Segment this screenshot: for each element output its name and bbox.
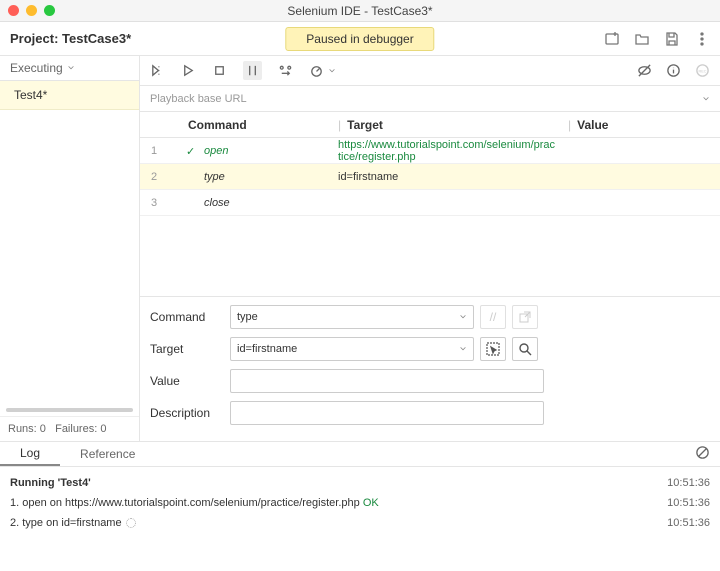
titlebar: Selenium IDE - TestCase3*	[0, 0, 720, 22]
column-value: Value	[577, 118, 608, 132]
step-row[interactable]: 3 close	[140, 190, 720, 216]
executing-label: Executing	[10, 61, 63, 75]
executing-dropdown[interactable]: Executing	[0, 56, 139, 81]
base-url-placeholder: Playback base URL	[150, 93, 247, 105]
failures-count: Failures: 0	[55, 423, 106, 435]
chevron-down-icon	[459, 313, 467, 321]
sidebar: Executing Test4* Runs: 0 Failures: 0	[0, 56, 140, 441]
base-url-input[interactable]: Playback base URL	[140, 86, 720, 112]
project-label: Project: TestCase3*	[10, 31, 131, 46]
chevron-down-icon	[702, 95, 710, 103]
test-item[interactable]: Test4*	[0, 81, 139, 110]
header: Project: TestCase3* Paused in debugger	[0, 22, 720, 56]
open-project-icon[interactable]	[634, 31, 650, 47]
svg-text:REC: REC	[699, 69, 707, 73]
column-target: Target	[347, 118, 383, 132]
tab-reference[interactable]: Reference	[60, 442, 155, 466]
info-icon[interactable]	[666, 63, 681, 78]
maximize-window-button[interactable]	[44, 5, 55, 16]
new-project-icon[interactable]	[604, 31, 620, 47]
value-label: Value	[150, 374, 230, 388]
column-command: Command	[168, 118, 338, 132]
table-header: Command |Target |Value	[140, 112, 720, 138]
more-menu-icon[interactable]	[694, 31, 710, 47]
toggle-comment-button[interactable]: //	[480, 305, 506, 329]
description-label: Description	[150, 406, 230, 420]
main: REC Playback base URL Command |Target |V…	[140, 56, 720, 441]
window-title: Selenium IDE - TestCase3*	[287, 4, 432, 18]
sidebar-scrollbar[interactable]	[6, 408, 133, 412]
step-row[interactable]: 2 type id=firstname	[140, 164, 720, 190]
close-window-button[interactable]	[8, 5, 19, 16]
command-form: Command type // Target id=firstname	[140, 296, 720, 441]
command-select[interactable]: type	[230, 305, 474, 329]
record-icon[interactable]: REC	[695, 63, 710, 78]
log-line: Running 'Test4' 10:51:36	[10, 473, 710, 493]
log-line: 2. type on id=firstname 10:51:36	[10, 513, 710, 533]
spinner-icon	[126, 518, 136, 528]
log-line: 1. open on https://www.tutorialspoint.co…	[10, 493, 710, 513]
paused-badge: Paused in debugger	[285, 27, 434, 51]
run-all-icon[interactable]	[150, 63, 165, 78]
run-icon[interactable]	[181, 63, 196, 78]
pause-icon[interactable]	[243, 61, 262, 80]
description-input[interactable]	[230, 401, 544, 425]
target-select[interactable]: id=firstname	[230, 337, 474, 361]
log-tabs: Log Reference	[0, 441, 720, 467]
log-panel: Running 'Test4' 10:51:36 1. open on http…	[0, 467, 720, 539]
command-label: Command	[150, 310, 230, 324]
steps-table: 1 ✓open https://www.tutorialspoint.com/s…	[140, 138, 720, 216]
speed-icon[interactable]	[309, 63, 324, 78]
chevron-down-icon	[459, 345, 467, 353]
value-input[interactable]	[230, 369, 544, 393]
checkmark-icon: ✓	[186, 145, 195, 158]
tab-log[interactable]: Log	[0, 442, 60, 466]
minimize-window-button[interactable]	[26, 5, 37, 16]
find-target-button[interactable]	[512, 337, 538, 361]
runs-count: Runs: 0	[8, 423, 46, 435]
clear-log-icon[interactable]	[695, 445, 710, 460]
chevron-down-icon	[67, 64, 75, 72]
new-window-button[interactable]	[512, 305, 538, 329]
step-row[interactable]: 1 ✓open https://www.tutorialspoint.com/s…	[140, 138, 720, 164]
toolbar: REC	[140, 56, 720, 86]
select-target-button[interactable]	[480, 337, 506, 361]
stop-icon[interactable]	[212, 63, 227, 78]
sidebar-footer: Runs: 0 Failures: 0	[0, 416, 139, 441]
target-label: Target	[150, 342, 230, 356]
step-icon[interactable]	[278, 63, 293, 78]
disable-breakpoints-icon[interactable]	[637, 63, 652, 78]
save-project-icon[interactable]	[664, 31, 680, 47]
chevron-down-icon	[328, 67, 336, 75]
